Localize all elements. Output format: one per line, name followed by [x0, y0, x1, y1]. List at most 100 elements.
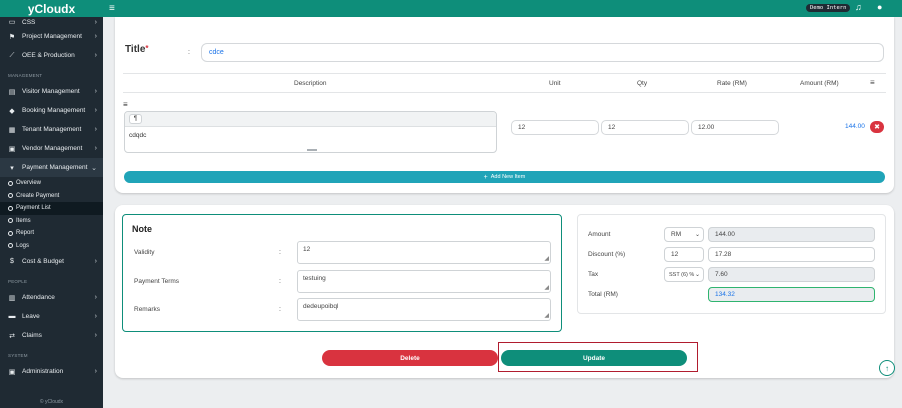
title-input[interactable]: cdce	[201, 43, 884, 62]
sidebar-item-leave[interactable]: ▬ Leave ›	[0, 307, 103, 326]
sidebar-item-payment-management[interactable]: ▾ Payment Management ⌄	[0, 158, 103, 177]
chevron-right-icon: ›	[94, 18, 97, 26]
total-input: 134.32	[708, 287, 875, 302]
sidebar-sub-report[interactable]: Report	[0, 227, 103, 240]
hamburger-menu-icon[interactable]: ≡	[109, 3, 115, 14]
chevron-right-icon: ›	[94, 313, 97, 320]
amount-input: 144.00	[708, 227, 875, 242]
resize-grip-icon[interactable]: ◢	[544, 312, 549, 319]
sidebar-item-label: Administration	[22, 368, 64, 375]
sidebar-item-oee-production[interactable]: ⟋ OEE & Production ›	[0, 46, 103, 65]
header-rate: Rate (RM)	[717, 80, 747, 87]
exchange-icon: ⇄	[9, 332, 15, 340]
items-table-header: Description Unit Qty Rate (RM) Amount (R…	[123, 73, 886, 93]
focus-highlight	[498, 342, 698, 372]
add-new-item-button[interactable]: + Add New Item	[124, 171, 885, 183]
briefcase-icon: ▬	[8, 313, 16, 320]
sidebar: yCloudx ▭ CSS › ⚑ Project Management › ⟋…	[0, 0, 103, 408]
circle-icon	[8, 180, 13, 186]
rate-input[interactable]: 12.00	[691, 120, 779, 135]
column-menu-icon[interactable]: ≡	[870, 78, 875, 87]
header-description: Description	[294, 80, 327, 87]
sidebar-item-visitor-management[interactable]: ▤ Visitor Management ›	[0, 82, 103, 101]
tax-label: Tax	[588, 271, 599, 278]
chevron-down-icon: ⌄	[91, 164, 97, 172]
payment-terms-input[interactable]: testuing ◢	[297, 270, 551, 293]
note-section: Note Validity : 12 ◢ Payment Terms : test…	[122, 214, 562, 332]
sidebar-item-label: Vendor Management	[22, 145, 83, 152]
header-unit: Unit	[549, 80, 561, 87]
flag-icon: ⚑	[8, 33, 16, 41]
tax-value-input: 7.60	[708, 267, 875, 282]
building-icon: ▦	[8, 126, 16, 134]
row-menu-icon[interactable]: ≡	[123, 100, 128, 109]
sidebar-item-css[interactable]: ▭ CSS ›	[0, 17, 103, 27]
title-label-text: Title	[125, 44, 146, 55]
chevron-right-icon: ›	[94, 145, 97, 152]
description-editor[interactable]: ¶ cdqdc	[124, 111, 497, 153]
note-summary-card: Note Validity : 12 ◢ Payment Terms : test…	[115, 205, 895, 378]
sidebar-sub-overview[interactable]: Overview	[0, 177, 103, 190]
scroll-to-top-icon[interactable]: ↑	[879, 360, 895, 376]
unit-input[interactable]: 12	[511, 120, 599, 135]
resize-grip-icon[interactable]: ◢	[544, 284, 549, 291]
sidebar-item-label: Project Management	[22, 33, 82, 40]
sub-label: Items	[16, 217, 31, 224]
sub-label: Report	[16, 230, 35, 237]
section-people: PEOPLE	[8, 279, 28, 284]
circle-icon	[8, 230, 13, 236]
sidebar-sub-logs[interactable]: Logs	[0, 240, 103, 253]
header-amount: Amount (RM)	[800, 80, 839, 87]
sidebar-item-label: Cost & Budget	[22, 258, 64, 265]
section-management: MANAGEMENT	[8, 73, 43, 78]
resize-grip-icon[interactable]: ◢	[544, 255, 549, 262]
tax-select[interactable]: SST (6) % ⌄	[664, 267, 704, 282]
editor-toolbar: ¶	[125, 112, 496, 127]
currency-select[interactable]: RM ⌄	[664, 227, 704, 242]
sub-label: Payment List	[16, 205, 51, 212]
sidebar-item-label: Tenant Management	[22, 126, 82, 133]
qty-input[interactable]: 12	[601, 120, 689, 135]
delete-button[interactable]: Delete	[322, 350, 498, 366]
sidebar-item-label: Booking Management	[22, 107, 86, 114]
sidebar-item-project-management[interactable]: ⚑ Project Management ›	[0, 27, 103, 46]
payment-terms-value: testuing	[303, 275, 326, 282]
sidebar-sub-items[interactable]: Items	[0, 215, 103, 228]
dollar-icon: $	[10, 258, 14, 265]
chevron-right-icon: ›	[94, 332, 97, 339]
validity-input[interactable]: 12 ◢	[297, 241, 551, 264]
sidebar-sub-payment-list[interactable]: Payment List	[0, 202, 103, 215]
tag-icon: ◆	[9, 107, 15, 115]
sidebar-item-vendor-management[interactable]: ▣ Vendor Management ›	[0, 139, 103, 158]
chevron-right-icon: ›	[94, 88, 97, 95]
brand-logo[interactable]: yCloudx	[0, 0, 103, 17]
discount-percent-input[interactable]: 12	[664, 247, 704, 262]
sidebar-sub-create-payment[interactable]: Create Payment	[0, 190, 103, 203]
remarks-value: dedeupoibql	[303, 303, 339, 310]
admin-icon: ▣	[8, 368, 16, 376]
sidebar-item-cost-budget[interactable]: $ Cost & Budget ›	[0, 252, 103, 271]
sidebar-item-administration[interactable]: ▣ Administration ›	[0, 362, 103, 381]
sidebar-item-label: Claims	[22, 332, 42, 339]
total-label: Total (RM)	[588, 291, 618, 298]
sidebar-item-booking-management[interactable]: ◆ Booking Management ›	[0, 101, 103, 120]
sidebar-footer: © yCloudx	[39, 399, 64, 405]
bell-icon[interactable]: ♫	[855, 2, 862, 12]
chevron-right-icon: ›	[94, 294, 97, 301]
required-marker: *	[145, 44, 149, 53]
cart-icon: ▾	[10, 164, 14, 172]
remarks-input[interactable]: dedeupoibql ◢	[297, 298, 551, 321]
circle-icon	[8, 243, 13, 249]
tax-option-value: SST (6) %	[669, 271, 695, 278]
sidebar-item-label: CSS	[22, 18, 36, 26]
id-card-icon: ▤	[8, 88, 16, 96]
description-text[interactable]: cdqdc	[125, 127, 496, 144]
paragraph-icon[interactable]: ¶	[129, 114, 142, 124]
remove-row-icon[interactable]: ✖	[870, 121, 884, 133]
sidebar-item-tenant-management[interactable]: ▦ Tenant Management ›	[0, 120, 103, 139]
sidebar-item-attendance[interactable]: ▥ Attendance ›	[0, 288, 103, 307]
sidebar-item-claims[interactable]: ⇄ Claims ›	[0, 326, 103, 345]
resize-handle[interactable]	[307, 149, 317, 151]
user-icon[interactable]: ●	[877, 2, 882, 12]
discount-value-input[interactable]: 17.28	[708, 247, 875, 262]
